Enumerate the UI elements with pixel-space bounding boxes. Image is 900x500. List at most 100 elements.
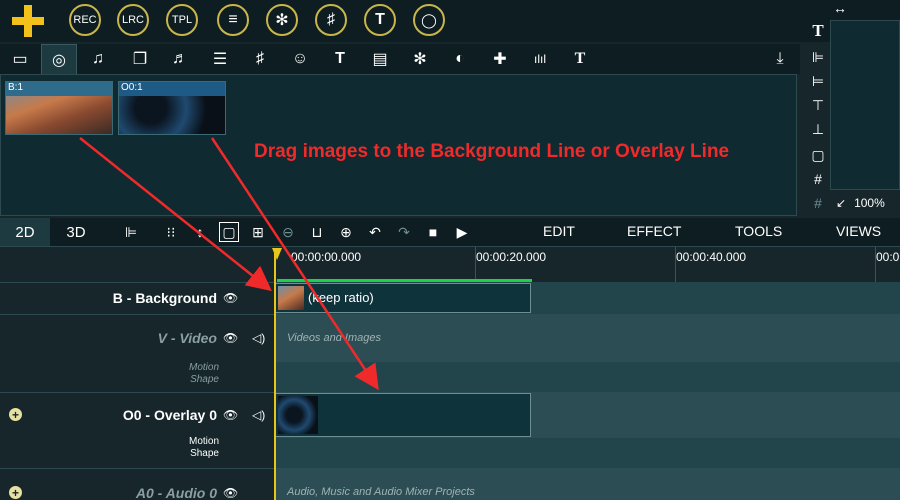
speaker-icon[interactable]: ◁): [252, 331, 265, 345]
text-button[interactable]: T: [364, 4, 396, 36]
divider: [0, 468, 275, 469]
overlay-clip[interactable]: [275, 393, 531, 437]
mode-3d-tab[interactable]: 3D: [51, 218, 101, 246]
tab-download[interactable]: ⤓: [762, 44, 798, 74]
vertical-resize-icon[interactable]: ↕: [190, 222, 210, 242]
lane-hint: Audio, Music and Audio Mixer Projects: [287, 486, 475, 498]
zoom-value: 100%: [854, 196, 885, 210]
clip-label: (keep ratio): [308, 290, 374, 305]
effect-button[interactable]: ✻: [266, 4, 298, 36]
background-clip[interactable]: (keep ratio): [275, 283, 531, 313]
track-lane-overlay[interactable]: [275, 392, 900, 438]
list-button[interactable]: ≡: [217, 4, 249, 36]
zoom-out-icon[interactable]: ⊖: [278, 222, 298, 242]
app-window: REC LRC TPL ≡ ✻ ♯ T ◯ ▭ ◎ ♫ ❐ ♬ ☰ ♯ ☺ T …: [0, 0, 900, 500]
redo-icon[interactable]: ↷: [394, 222, 414, 242]
resize-icon[interactable]: ↔: [833, 0, 847, 16]
track-header-column: [0, 246, 275, 500]
media-thumb-overlay[interactable]: O0:1: [118, 81, 226, 135]
track-lane-background[interactable]: (keep ratio): [275, 282, 900, 314]
ruler-label: 00:00:00.000: [291, 250, 362, 264]
tab-audio-bars[interactable]: ılıl: [522, 44, 558, 74]
tab-photos[interactable]: ◎: [41, 44, 77, 74]
rec-button[interactable]: REC: [69, 4, 101, 36]
menu-views[interactable]: VIEWS: [836, 223, 881, 239]
align-right-icon[interactable]: ⊨: [809, 72, 827, 90]
grid-icon[interactable]: #: [809, 170, 827, 188]
select-frame-icon[interactable]: ▢: [219, 222, 239, 242]
account-button[interactable]: ◯: [413, 4, 445, 36]
track-lane-audio[interactable]: Audio, Music and Audio Mixer Projects: [275, 468, 900, 500]
menu-tools[interactable]: TOOLS: [735, 223, 782, 239]
play-icon[interactable]: ▶: [452, 222, 472, 242]
tab-text[interactable]: T: [562, 44, 598, 74]
tab-title[interactable]: T: [322, 44, 358, 74]
ruler-label: 00:00:40.000: [676, 250, 747, 264]
clip-thumbnail: [278, 286, 304, 310]
add-media-button[interactable]: [10, 3, 46, 39]
media-thumb-background[interactable]: B:1: [5, 81, 113, 135]
media-thumb-label: O0:1: [121, 82, 143, 93]
tab-emoji[interactable]: ☺: [282, 44, 318, 74]
track-lane-video-motion[interactable]: [275, 362, 900, 392]
clip-thumbnail: [278, 396, 318, 434]
ruler-label: 00:0: [876, 250, 900, 264]
preview-panel: [830, 20, 900, 190]
tab-plugins[interactable]: ✚: [482, 44, 518, 74]
lrc-button[interactable]: LRC: [117, 4, 149, 36]
eye-icon[interactable]: 👁: [223, 486, 241, 500]
divider: [0, 392, 275, 393]
align-left-icon[interactable]: ⊫: [809, 48, 827, 66]
timeline-toolbar: 2D 3D ⊫ ⁝⁝ ↕ ▢ ⊞ ⊖ ⊔ ⊕ ↶ ↷ ■ ▶ EDIT EFFE…: [0, 218, 900, 246]
track-lane-video[interactable]: Videos and Images: [275, 314, 900, 362]
shrink-icon[interactable]: ↙: [836, 196, 846, 210]
menu-effect[interactable]: EFFECT: [627, 223, 681, 239]
eye-icon[interactable]: 👁: [223, 408, 241, 422]
text-tool-icon[interactable]: T: [809, 21, 827, 40]
zoom-in-icon[interactable]: ⊕: [336, 222, 356, 242]
track-sub-motion: Motion: [188, 436, 219, 447]
undo-icon[interactable]: ↶: [365, 222, 385, 242]
align-toolbar: T ⊫ ⊨ ⊤ ⊥ ▢ # #: [805, 20, 829, 215]
snap-grid-icon[interactable]: ⁝⁝: [161, 222, 181, 242]
lane-hint: Videos and Images: [287, 332, 381, 344]
zoom-control[interactable]: ↙ 100%: [830, 192, 900, 214]
media-library: B:1 O0:1 Drag images to the Background L…: [0, 74, 797, 216]
playhead[interactable]: [274, 248, 276, 500]
align-bottom-icon[interactable]: ⊥: [809, 120, 827, 138]
music-button[interactable]: ♯: [315, 4, 347, 36]
divider: [0, 314, 275, 315]
tab-film[interactable]: ▤: [362, 44, 398, 74]
menu-edit[interactable]: EDIT: [543, 223, 575, 239]
track-sub-motion: Motion: [188, 362, 219, 373]
speaker-icon[interactable]: ◁): [252, 408, 265, 422]
tab-transitions[interactable]: ❐: [122, 44, 158, 74]
tab-mask[interactable]: ◐: [442, 44, 478, 74]
media-thumb-label: B:1: [8, 82, 24, 93]
tpl-button[interactable]: TPL: [166, 4, 198, 36]
frame-icon[interactable]: ▢: [809, 146, 827, 164]
eye-icon[interactable]: 👁: [223, 331, 241, 345]
track-sub-shape: Shape: [190, 374, 219, 385]
track-sub-shape: Shape: [190, 448, 219, 459]
tab-effects[interactable]: ✻: [402, 44, 438, 74]
eye-icon[interactable]: 👁: [223, 291, 241, 305]
split-icon[interactable]: ⊞: [248, 222, 268, 242]
mode-2d-tab[interactable]: 2D: [0, 218, 50, 246]
tab-score[interactable]: ♯: [242, 44, 278, 74]
tab-list[interactable]: ☰: [202, 44, 238, 74]
tab-playlist[interactable]: ♬: [162, 44, 198, 74]
playhead-marker[interactable]: [272, 248, 282, 260]
ruler-icon[interactable]: ⊔: [307, 222, 327, 242]
track-lane-overlay-motion[interactable]: [275, 438, 900, 468]
grid-dim-icon: #: [814, 195, 822, 211]
stop-icon[interactable]: ■: [423, 222, 443, 242]
timeline-ruler[interactable]: 00:00:00.000 00:00:20.000 00:00:40.000 0…: [275, 246, 900, 283]
ruler-label: 00:00:20.000: [476, 250, 547, 264]
align-top-icon[interactable]: ⊤: [809, 96, 827, 114]
tab-layout[interactable]: ▭: [2, 44, 38, 74]
divider: [0, 282, 275, 283]
track-list-icon[interactable]: ⊫: [121, 222, 141, 242]
tab-music[interactable]: ♫: [80, 44, 116, 74]
media-tabs: ▭ ◎ ♫ ❐ ♬ ☰ ♯ ☺ T ▤ ✻ ◐ ✚ ılıl T ⤓: [0, 44, 800, 74]
